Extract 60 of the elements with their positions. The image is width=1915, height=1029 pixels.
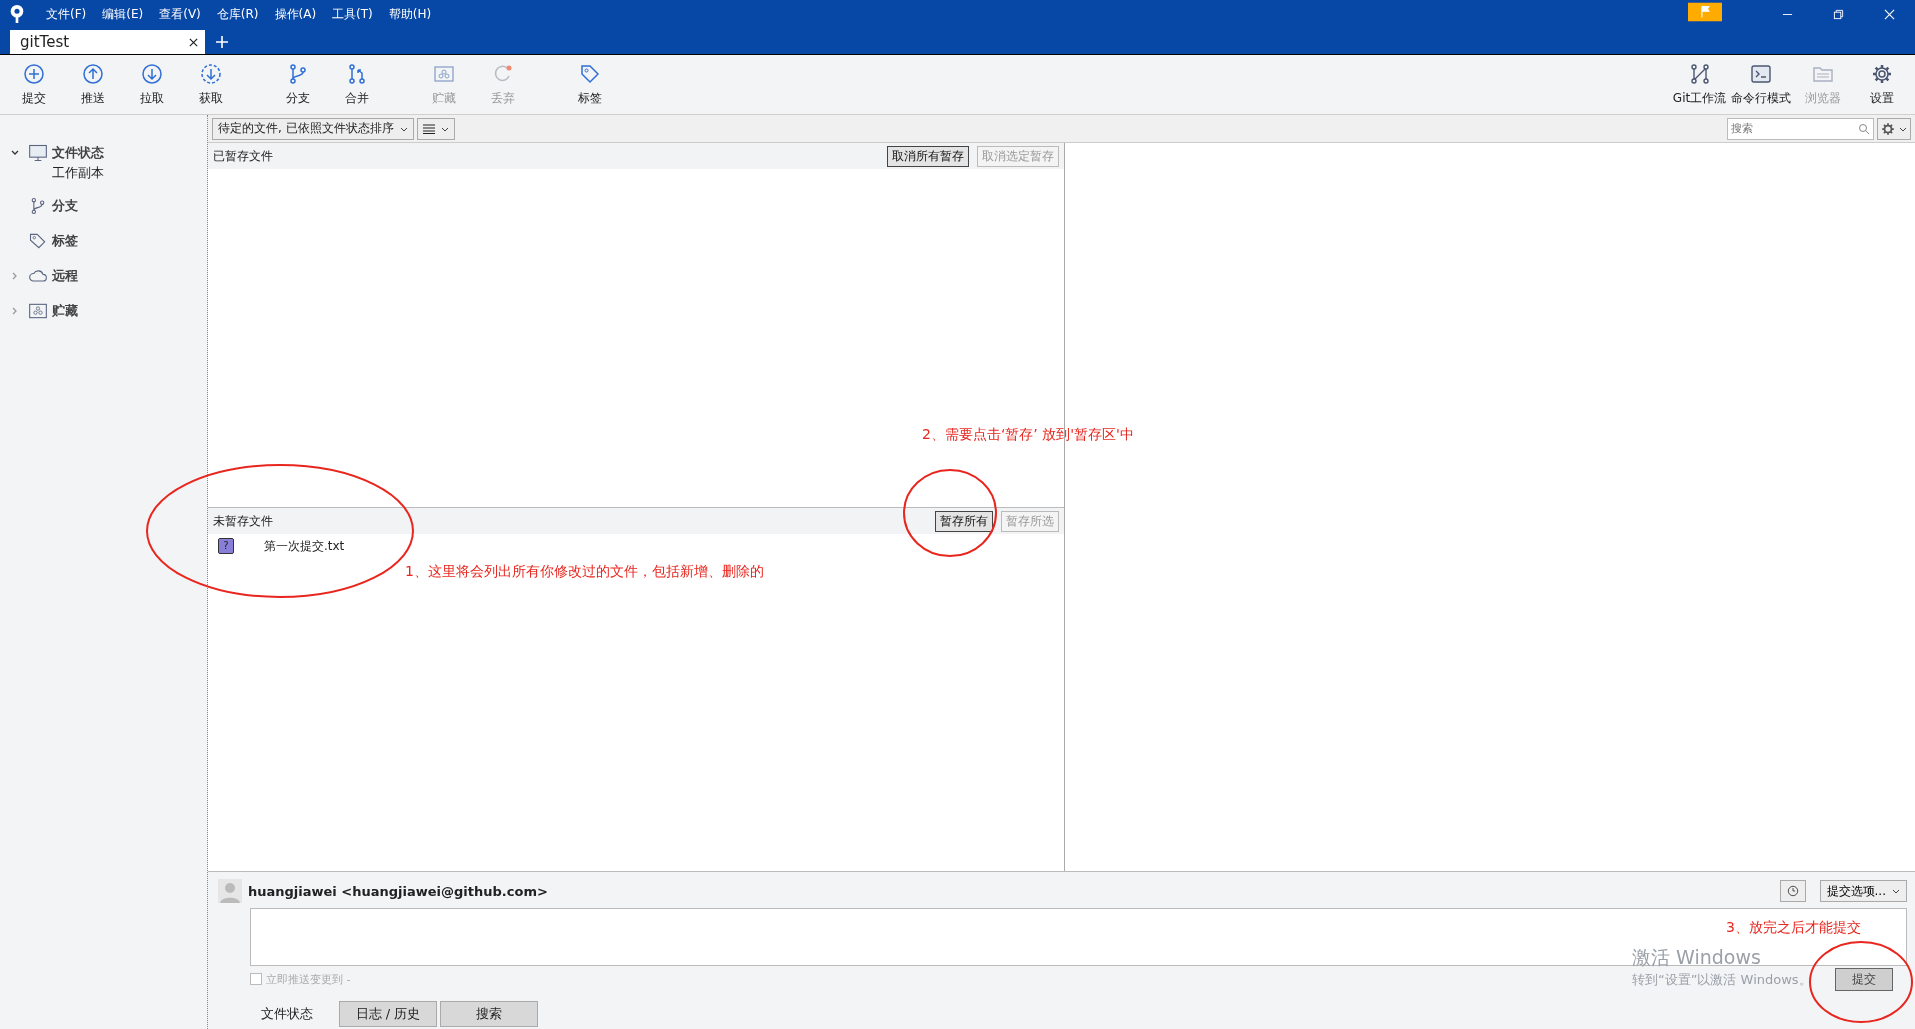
menu-item[interactable]: 操作(A) bbox=[274, 5, 317, 23]
author-label: huangjiawei <huangjiawei@github.com> bbox=[248, 883, 548, 899]
add-tab-icon[interactable] bbox=[215, 35, 229, 49]
sidebar-item[interactable]: 工作副本 bbox=[0, 164, 207, 186]
close-icon[interactable] bbox=[188, 36, 199, 48]
commit-options-dropdown[interactable]: 提交选项... bbox=[1819, 880, 1907, 902]
toolbar-button[interactable]: 获取 bbox=[181, 62, 240, 107]
flag-icon[interactable] bbox=[1688, 0, 1722, 24]
menu-item[interactable]: 仓库(R) bbox=[216, 5, 259, 23]
list-icon bbox=[422, 123, 435, 134]
toolbar-button[interactable]: 合并 bbox=[327, 62, 386, 107]
history-button[interactable] bbox=[1779, 880, 1806, 902]
clock-icon bbox=[1786, 884, 1799, 898]
download-icon bbox=[198, 62, 223, 86]
restore-icon[interactable] bbox=[1833, 8, 1844, 20]
file-row[interactable]: ? 第一次提交.txt bbox=[208, 534, 1064, 558]
toolbar-button[interactable]: 命令行模式 bbox=[1729, 62, 1793, 107]
view-dropdown[interactable] bbox=[416, 117, 455, 140]
menu-item[interactable]: 文件(F) bbox=[46, 5, 87, 23]
toolbar-button[interactable]: 分支 bbox=[268, 62, 327, 107]
commit-message-field[interactable] bbox=[250, 908, 1907, 966]
sidebar-item[interactable]: 分支 bbox=[0, 188, 207, 223]
view-tab[interactable]: 日志 / 历史 bbox=[339, 1001, 437, 1027]
section-title: 未暂存文件 bbox=[213, 512, 273, 530]
unstage-button[interactable]: 取消所有暂存 bbox=[887, 145, 969, 167]
toolbar-button[interactable]: 标签 bbox=[560, 62, 619, 107]
menu-item[interactable]: 帮助(H) bbox=[388, 5, 432, 23]
sidebar-item[interactable]: 标签 bbox=[0, 223, 207, 258]
section-title: 已暂存文件 bbox=[213, 147, 273, 165]
commit-button[interactable]: 提交 bbox=[1835, 967, 1893, 991]
view-tab[interactable]: 搜索 bbox=[440, 1001, 538, 1027]
search-field[interactable]: 搜索 bbox=[1727, 117, 1874, 140]
toolbar-button[interactable]: 拉取 bbox=[122, 62, 181, 107]
caret-icon bbox=[1892, 887, 1900, 895]
toolbar-button[interactable]: 设置 bbox=[1852, 62, 1911, 107]
annotation-text: 3、放完之后才能提交 bbox=[1726, 919, 1861, 937]
search-icon bbox=[1858, 122, 1870, 135]
activation-title: 激活 Windows bbox=[1632, 945, 1762, 970]
plus-circle-icon bbox=[21, 62, 46, 86]
sidebar-item[interactable]: 远程 bbox=[0, 258, 207, 293]
toolbar-button[interactable]: Git工作流 bbox=[1670, 62, 1729, 107]
toolbar-button[interactable]: 提交 bbox=[4, 62, 63, 107]
menu-item[interactable]: 工具(T) bbox=[332, 5, 373, 23]
sidebar-item[interactable]: 贮藏 bbox=[0, 293, 207, 328]
menu-item[interactable]: 编辑(E) bbox=[102, 5, 144, 23]
sort-dropdown[interactable]: 待定的文件, 已依照文件状态排序 bbox=[212, 117, 414, 140]
untracked-status-badge: ? bbox=[218, 538, 234, 554]
annotation-text: 2、需要点击‘暂存’ 放到'暂存区'中 bbox=[922, 426, 1134, 444]
settings-dropdown[interactable] bbox=[1877, 117, 1911, 140]
menu-item[interactable]: 查看(V) bbox=[159, 5, 201, 23]
monitor-icon bbox=[28, 142, 48, 163]
app-logo-icon bbox=[8, 3, 26, 25]
avatar-icon bbox=[218, 879, 242, 903]
toolbar-button[interactable]: 推送 bbox=[63, 62, 122, 107]
stage-button[interactable]: 暂存所有 bbox=[935, 510, 993, 532]
repo-tab[interactable]: gitTest bbox=[10, 30, 205, 54]
activation-text: 转到“设置”以激活 Windows。 bbox=[1632, 971, 1812, 989]
annotation-text: 1、这里将会列出所有你修改过的文件，包括新增、删除的 bbox=[405, 563, 764, 581]
settings-icon bbox=[1881, 121, 1895, 136]
terminal-icon bbox=[1749, 62, 1773, 86]
